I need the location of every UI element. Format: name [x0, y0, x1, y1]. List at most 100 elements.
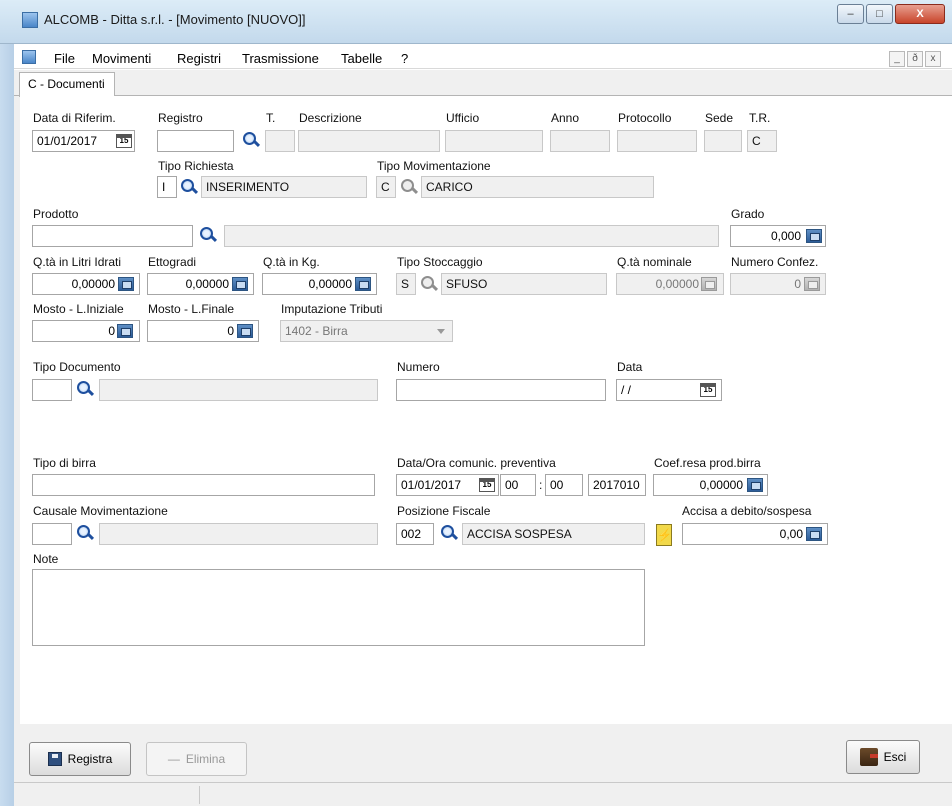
app-icon	[22, 12, 38, 28]
search-icon[interactable]	[440, 524, 459, 542]
anno-comunic-field[interactable]: 2017010	[588, 474, 646, 496]
prodotto-desc	[224, 225, 719, 247]
imputazione-tributi-select: 1402 - Birra	[280, 320, 453, 342]
menu-registri[interactable]: Registri	[177, 51, 221, 66]
prodotto-field[interactable]	[32, 225, 193, 247]
mdi-minimize-button[interactable]: _	[889, 51, 905, 67]
maximize-button[interactable]: □	[866, 4, 893, 24]
calculator-icon[interactable]	[806, 527, 822, 541]
tipo-mov-desc: CARICO	[421, 176, 654, 198]
search-icon[interactable]	[76, 380, 95, 398]
registra-label: Registra	[67, 752, 113, 766]
search-icon[interactable]	[180, 178, 199, 196]
tipo-documento-field[interactable]	[32, 379, 72, 401]
time-separator: :	[539, 478, 543, 492]
pos-fiscale-code[interactable]: 002	[396, 523, 434, 545]
calculator-icon[interactable]	[806, 229, 822, 243]
search-icon[interactable]	[199, 226, 218, 244]
numero-field[interactable]	[396, 379, 606, 401]
calculator-icon[interactable]	[237, 324, 253, 338]
label-mosto-finale: Mosto - L.Finale	[148, 302, 235, 316]
calendar-icon[interactable]: 15	[700, 383, 716, 397]
label-posizione-fiscale: Posizione Fiscale	[397, 504, 491, 518]
menu-movimenti[interactable]: Movimenti	[92, 51, 151, 66]
tab-strip	[14, 70, 952, 96]
calendar-icon[interactable]: 15	[116, 134, 132, 148]
label-tipo-documento: Tipo Documento	[33, 360, 121, 374]
tipo-mov-code: C	[376, 176, 396, 198]
label-prodotto: Prodotto	[33, 207, 79, 221]
search-icon[interactable]	[242, 131, 261, 149]
menu-file[interactable]: File	[54, 51, 75, 66]
label-t: T.	[266, 111, 276, 125]
label-causale: Causale Movimentazione	[33, 504, 168, 518]
label-data-riferim: Data di Riferim.	[33, 111, 116, 125]
calendar-icon[interactable]: 15	[479, 478, 495, 492]
calculator-icon	[701, 277, 717, 291]
label-qta-litri: Q.tà in Litri Idrati	[33, 255, 122, 269]
tipo-richiesta-desc: INSERIMENTO	[201, 176, 367, 198]
note-textarea[interactable]	[32, 569, 645, 646]
mdi-close-button[interactable]: x	[925, 51, 941, 67]
label-tipo-stoccaggio: Tipo Stoccaggio	[397, 255, 483, 269]
esci-label: Esci	[883, 750, 907, 764]
menu-help[interactable]: ?	[401, 51, 408, 66]
label-descrizione: Descrizione	[299, 111, 362, 125]
calculator-icon[interactable]	[117, 324, 133, 338]
registro-field[interactable]	[157, 130, 234, 152]
tab-documenti[interactable]: C - Documenti	[19, 72, 115, 97]
calculator-icon[interactable]	[747, 478, 763, 492]
elimina-label: Elimina	[185, 752, 226, 766]
mdi-restore-button[interactable]: ð	[907, 51, 923, 67]
chevron-down-icon	[437, 329, 445, 334]
label-ufficio: Ufficio	[446, 111, 480, 125]
label-tipo-movimentazione: Tipo Movimentazione	[377, 159, 491, 173]
tipo-birra-field[interactable]	[32, 474, 375, 496]
stoccaggio-code: S	[396, 273, 416, 295]
lightning-icon[interactable]: ⚡	[656, 524, 672, 546]
pos-fiscale-desc: ACCISA SOSPESA	[462, 523, 645, 545]
calculator-icon[interactable]	[118, 277, 134, 291]
t-field	[265, 130, 295, 152]
status-cell	[20, 786, 200, 804]
calculator-icon	[804, 277, 820, 291]
label-mosto-iniziale: Mosto - L.Iniziale	[33, 302, 124, 316]
tr-field: C	[747, 130, 777, 152]
label-data-ora-comunic: Data/Ora comunic. preventiva	[397, 456, 556, 470]
search-icon[interactable]	[76, 524, 95, 542]
tipo-richiesta-code[interactable]: I	[157, 176, 177, 198]
label-tr: T.R.	[749, 111, 771, 125]
menu-tabelle[interactable]: Tabelle	[341, 51, 382, 66]
calculator-icon[interactable]	[355, 277, 371, 291]
label-ettogradi: Ettogradi	[148, 255, 197, 269]
causale-field[interactable]	[32, 523, 72, 545]
window-title: ALCOMB - Ditta s.r.l. - [Movimento [NUOV…	[44, 12, 306, 27]
label-tipo-birra: Tipo di birra	[33, 456, 96, 470]
sede-field	[704, 130, 742, 152]
calculator-icon[interactable]	[232, 277, 248, 291]
label-data: Data	[617, 360, 643, 374]
tipo-documento-desc	[99, 379, 378, 401]
label-accisa: Accisa a debito/sospesa	[682, 504, 812, 518]
descrizione-field	[298, 130, 440, 152]
exit-icon	[859, 748, 878, 766]
protocollo-field	[617, 130, 697, 152]
ufficio-field	[445, 130, 543, 152]
ora-field[interactable]: 00	[500, 474, 536, 496]
search-icon	[400, 178, 419, 196]
label-grado: Grado	[731, 207, 765, 221]
label-qta-nominale: Q.tà nominale	[617, 255, 692, 269]
label-note: Note	[33, 552, 59, 566]
minimize-button[interactable]: –	[837, 4, 864, 24]
label-coef-resa: Coef.resa prod.birra	[654, 456, 761, 470]
label-anno: Anno	[551, 111, 580, 125]
menu-bar	[14, 47, 952, 69]
esci-button[interactable]: Esci	[846, 740, 920, 774]
mdi-document-icon	[22, 50, 36, 64]
search-icon	[420, 275, 439, 293]
registra-button[interactable]: Registra	[29, 742, 131, 776]
label-numero: Numero	[397, 360, 440, 374]
minuti-field[interactable]: 00	[545, 474, 583, 496]
close-button[interactable]: X	[895, 4, 945, 24]
menu-trasmissione[interactable]: Trasmissione	[242, 51, 319, 66]
